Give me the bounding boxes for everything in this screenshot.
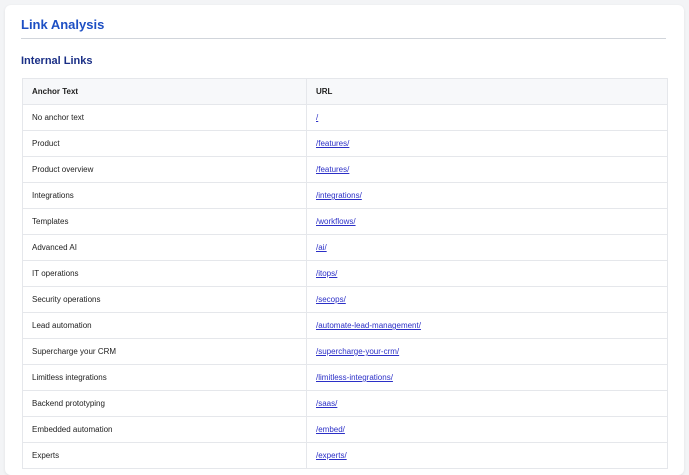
table-row: Security operations/secops/ (22, 286, 668, 313)
anchor-text-cell: Embedded automation (22, 416, 307, 443)
anchor-text-cell: Experts (22, 442, 307, 469)
table-row: Supercharge your CRM/supercharge-your-cr… (22, 338, 668, 365)
anchor-text-cell: Limitless integrations (22, 364, 307, 391)
url-cell: /experts/ (306, 442, 668, 469)
page-title: Link Analysis (21, 17, 105, 32)
table-row: No anchor text / (22, 104, 668, 131)
column-header-anchor-text: Anchor Text (22, 78, 307, 105)
anchor-text-cell: Security operations (22, 286, 307, 313)
table-row: Limitless integrations/limitless-integra… (22, 364, 668, 391)
anchor-text-cell: Advanced AI (22, 234, 307, 261)
url-cell: /limitless-integrations/ (306, 364, 668, 391)
url-link[interactable]: / (316, 113, 318, 122)
table-row: Product/features/ (22, 130, 668, 157)
anchor-text-cell: IT operations (22, 260, 307, 287)
url-link[interactable]: /itops/ (316, 269, 337, 278)
table-row: Templates/workflows/ (22, 208, 668, 235)
url-link[interactable]: /automate-lead-management/ (316, 321, 421, 330)
url-cell: /ai/ (306, 234, 668, 261)
url-cell: /automate-lead-management/ (306, 312, 668, 339)
url-link[interactable]: /embed/ (316, 425, 345, 434)
url-link[interactable]: /ai/ (316, 243, 327, 252)
anchor-text-cell: Product overview (22, 156, 307, 183)
url-cell: /supercharge-your-crm/ (306, 338, 668, 365)
internal-links-heading: Internal Links (21, 55, 93, 67)
url-cell: /saas/ (306, 390, 668, 417)
url-cell: /features/ (306, 130, 668, 157)
column-header-url: URL (306, 78, 668, 105)
url-link[interactable]: /limitless-integrations/ (316, 373, 393, 382)
anchor-text-cell: Templates (22, 208, 307, 235)
table-row: Backend prototyping/saas/ (22, 390, 668, 417)
url-link[interactable]: /supercharge-your-crm/ (316, 347, 399, 356)
url-cell: /itops/ (306, 260, 668, 287)
url-cell: /workflows/ (306, 208, 668, 235)
url-link[interactable]: /secops/ (316, 295, 346, 304)
url-cell: / (306, 104, 668, 131)
table-row: Advanced AI/ai/ (22, 234, 668, 261)
table-row: IT operations/itops/ (22, 260, 668, 287)
table-row: Lead automation/automate-lead-management… (22, 312, 668, 339)
link-analysis-panel: Link Analysis Internal Links Anchor Text… (5, 5, 684, 475)
url-link[interactable]: /features/ (316, 139, 349, 148)
table-row: Experts/experts/ (22, 442, 668, 469)
url-link[interactable]: /experts/ (316, 451, 347, 460)
url-link[interactable]: /integrations/ (316, 191, 362, 200)
anchor-text-cell: Backend prototyping (22, 390, 307, 417)
title-divider (21, 38, 666, 39)
url-link[interactable]: /workflows/ (316, 217, 356, 226)
anchor-text-cell: Supercharge your CRM (22, 338, 307, 365)
anchor-text-cell: No anchor text (22, 104, 307, 131)
anchor-text-cell: Product (22, 130, 307, 157)
table-header-row: Anchor Text URL (22, 78, 668, 105)
anchor-text-cell: Lead automation (22, 312, 307, 339)
table-row: Embedded automation/embed/ (22, 416, 668, 443)
url-link[interactable]: /saas/ (316, 399, 337, 408)
url-link[interactable]: /features/ (316, 165, 349, 174)
table-row: Product overview/features/ (22, 156, 668, 183)
url-cell: /integrations/ (306, 182, 668, 209)
table-row: Integrations/integrations/ (22, 182, 668, 209)
table-body: No anchor text / Product/features/Product … (22, 104, 668, 469)
url-cell: /features/ (306, 156, 668, 183)
anchor-text-cell: Integrations (22, 182, 307, 209)
url-cell: /secops/ (306, 286, 668, 313)
url-cell: /embed/ (306, 416, 668, 443)
internal-links-table: Anchor Text URL No anchor text / Product/f… (22, 78, 668, 469)
